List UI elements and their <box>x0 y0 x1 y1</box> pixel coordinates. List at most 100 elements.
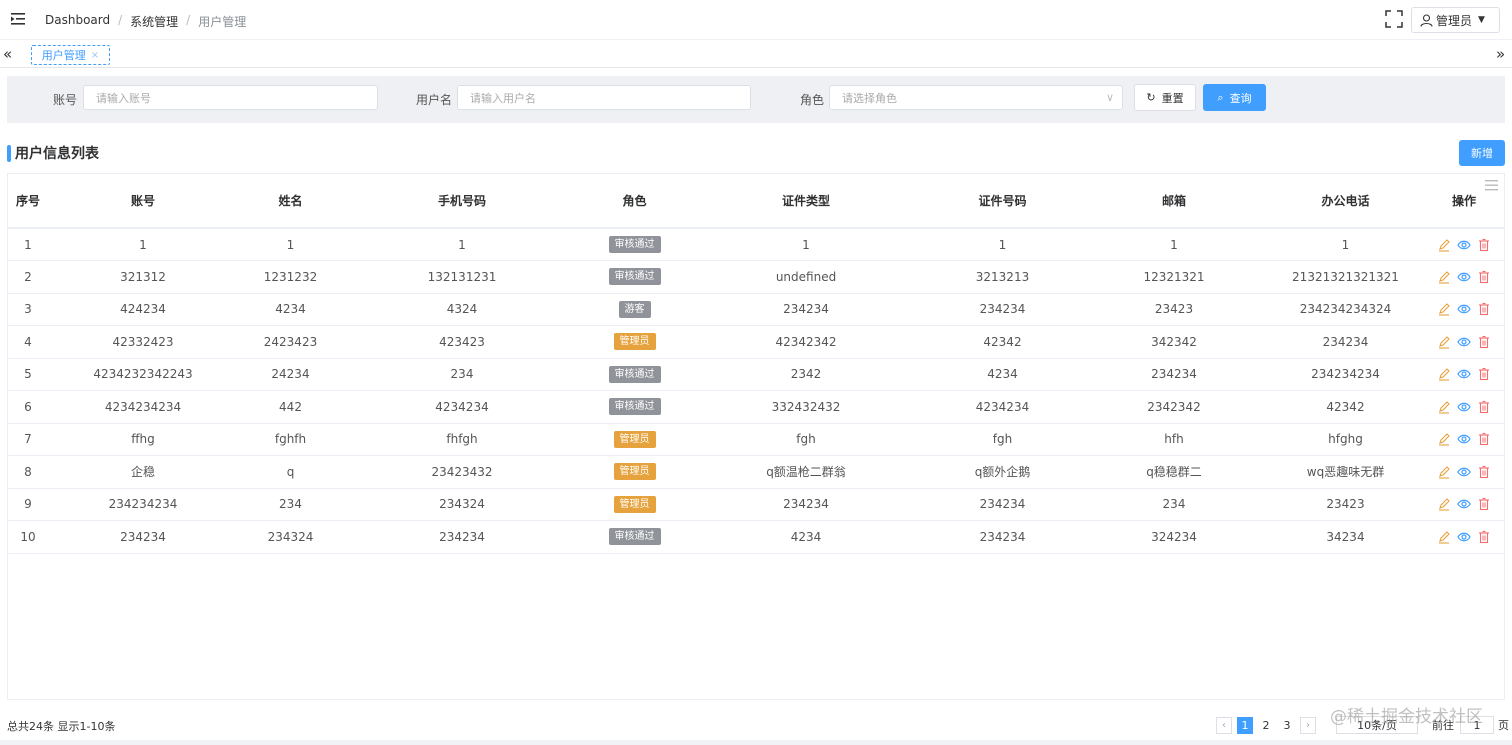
edit-icon[interactable] <box>1437 465 1451 479</box>
delete-icon[interactable] <box>1477 335 1491 349</box>
cell-id-type: undefined <box>688 260 924 294</box>
view-icon[interactable] <box>1457 335 1471 349</box>
delete-icon[interactable] <box>1477 367 1491 381</box>
view-icon[interactable] <box>1457 302 1471 316</box>
cell-id-type: 234234 <box>688 488 924 521</box>
view-icon[interactable] <box>1457 432 1471 446</box>
cell-phone: 132131231 <box>343 260 581 294</box>
reset-button[interactable]: ↻ 重置 <box>1134 84 1196 111</box>
breadcrumb-item-system[interactable]: 系统管理 <box>130 13 178 30</box>
view-icon[interactable] <box>1457 465 1471 479</box>
table-row[interactable]: 6 4234234234 442 4234234 审核通过 332432432 423423… <box>8 390 1504 424</box>
prev-page-button[interactable]: ‹ <box>1216 716 1232 734</box>
page-2-button[interactable]: 2 <box>1258 717 1274 734</box>
username-label: 用户名 <box>416 93 453 107</box>
cell-no: 6 <box>8 390 48 424</box>
query-button[interactable]: ⌕ 查询 <box>1203 84 1266 111</box>
cell-account: 234234234 <box>48 488 238 521</box>
table-row[interactable]: 1 1 1 1 审核通过 1 1 1 1 <box>8 227 1504 261</box>
list-title: 用户信息列表 <box>7 144 99 162</box>
delete-icon[interactable] <box>1477 465 1491 479</box>
role-select[interactable]: 请选择角色 ∨ <box>829 85 1123 110</box>
cell-id-no: 234234 <box>924 488 1081 521</box>
cell-id-no: q额外企鹅 <box>924 455 1081 489</box>
cell-actions <box>1424 227 1504 261</box>
page-1-button[interactable]: 1 <box>1237 716 1253 734</box>
user-dropdown[interactable]: 管理员 ▼ <box>1411 7 1500 33</box>
delete-icon[interactable] <box>1477 400 1491 414</box>
close-icon[interactable]: × <box>91 50 99 61</box>
table-row[interactable]: 4 42332423 2423423 423423 管理员 42342342 42342 34… <box>8 325 1504 359</box>
cell-email: 234234 <box>1081 358 1267 391</box>
view-icon[interactable] <box>1457 530 1471 544</box>
account-input[interactable]: 请输入账号 <box>83 85 378 110</box>
table-row[interactable]: 10 234234 234324 234234 审核通过 4234 234234 324234… <box>8 520 1504 554</box>
cell-no: 5 <box>8 358 48 391</box>
view-icon[interactable] <box>1457 497 1471 511</box>
edit-icon[interactable] <box>1437 270 1451 284</box>
page-3-button[interactable]: 3 <box>1279 717 1295 734</box>
cell-office: 23423 <box>1267 488 1424 521</box>
cell-id-no: 234234 <box>924 520 1081 554</box>
edit-icon[interactable] <box>1437 432 1451 446</box>
caret-down-icon: ▼ <box>1478 15 1485 25</box>
view-icon[interactable] <box>1457 400 1471 414</box>
cell-actions <box>1424 520 1504 554</box>
cell-name: q <box>238 455 343 489</box>
cell-email: 324234 <box>1081 520 1267 554</box>
delete-icon[interactable] <box>1477 497 1491 511</box>
cell-office: 34234 <box>1267 520 1424 554</box>
cell-email: hfh <box>1081 423 1267 456</box>
column-header: 办公电话 <box>1267 174 1424 229</box>
breadcrumb-item-current: 用户管理 <box>198 15 247 29</box>
edit-icon[interactable] <box>1437 530 1451 544</box>
delete-icon[interactable] <box>1477 270 1491 284</box>
cell-account: 234234 <box>48 520 238 554</box>
fullscreen-icon[interactable] <box>1385 10 1403 28</box>
view-icon[interactable] <box>1457 270 1471 284</box>
view-icon[interactable] <box>1457 367 1471 381</box>
breadcrumb-separator: / <box>186 13 191 27</box>
reset-label: 重置 <box>1161 91 1184 105</box>
edit-icon[interactable] <box>1437 367 1451 381</box>
cell-phone: 4234234 <box>343 390 581 424</box>
role-badge: 管理员 <box>613 430 656 448</box>
cell-no: 9 <box>8 488 48 521</box>
scroll-left-icon[interactable]: « <box>3 45 12 63</box>
table-row[interactable]: 2 321312 1231232 132131231 审核通过 undefined 3213… <box>8 260 1504 294</box>
role-badge: 管理员 <box>613 333 656 351</box>
delete-icon[interactable] <box>1477 530 1491 544</box>
table-row[interactable]: 7 ffhg fghfh fhfgh 管理员 fgh fgh hfh hfghg <box>8 423 1504 456</box>
cell-account: 4234234234 <box>48 390 238 424</box>
delete-icon[interactable] <box>1477 302 1491 316</box>
cell-phone: 4324 <box>343 293 581 326</box>
delete-icon[interactable] <box>1477 238 1491 252</box>
scroll-right-icon[interactable]: » <box>1496 45 1505 63</box>
edit-icon[interactable] <box>1437 335 1451 349</box>
edit-icon[interactable] <box>1437 302 1451 316</box>
table-body: 1 1 1 1 审核通过 1 1 1 1 2 321312 1231232 132131231 审核通过 u… <box>8 227 1504 554</box>
user-name: 管理员 <box>1436 13 1473 28</box>
cell-role: 审核通过 <box>581 390 688 424</box>
cell-id-no: fgh <box>924 423 1081 456</box>
view-icon[interactable] <box>1457 238 1471 252</box>
delete-icon[interactable] <box>1477 432 1491 446</box>
next-page-button[interactable]: › <box>1300 716 1316 734</box>
column-header: 角色 <box>581 174 688 229</box>
breadcrumb-item-dashboard[interactable]: Dashboard <box>45 13 110 30</box>
cell-account: 424234 <box>48 293 238 326</box>
column-settings-icon[interactable] <box>1485 180 1498 191</box>
add-button[interactable]: 新增 <box>1459 140 1505 166</box>
cell-office: 42342 <box>1267 390 1424 424</box>
table-row[interactable]: 3 424234 4234 4324 游客 234234 234234 23423 234234… <box>8 293 1504 326</box>
table-row[interactable]: 5 4234232342243 24234 234 审核通过 2342 4234 234234… <box>8 358 1504 391</box>
username-input[interactable]: 请输入用户名 <box>457 85 751 110</box>
cell-actions <box>1424 358 1504 391</box>
edit-icon[interactable] <box>1437 400 1451 414</box>
table-row[interactable]: 8 企稳 q 23423432 管理员 q额温枪二群翁 q额外企鹅 q稳稳群二 wq恶趣味无群 <box>8 455 1504 489</box>
menu-toggle-icon[interactable] <box>11 12 25 26</box>
table-row[interactable]: 9 234234234 234 234324 管理员 234234 234234 234 234… <box>8 488 1504 521</box>
edit-icon[interactable] <box>1437 238 1451 252</box>
edit-icon[interactable] <box>1437 497 1451 511</box>
tag-user-management[interactable]: 用户管理 × <box>31 45 110 65</box>
